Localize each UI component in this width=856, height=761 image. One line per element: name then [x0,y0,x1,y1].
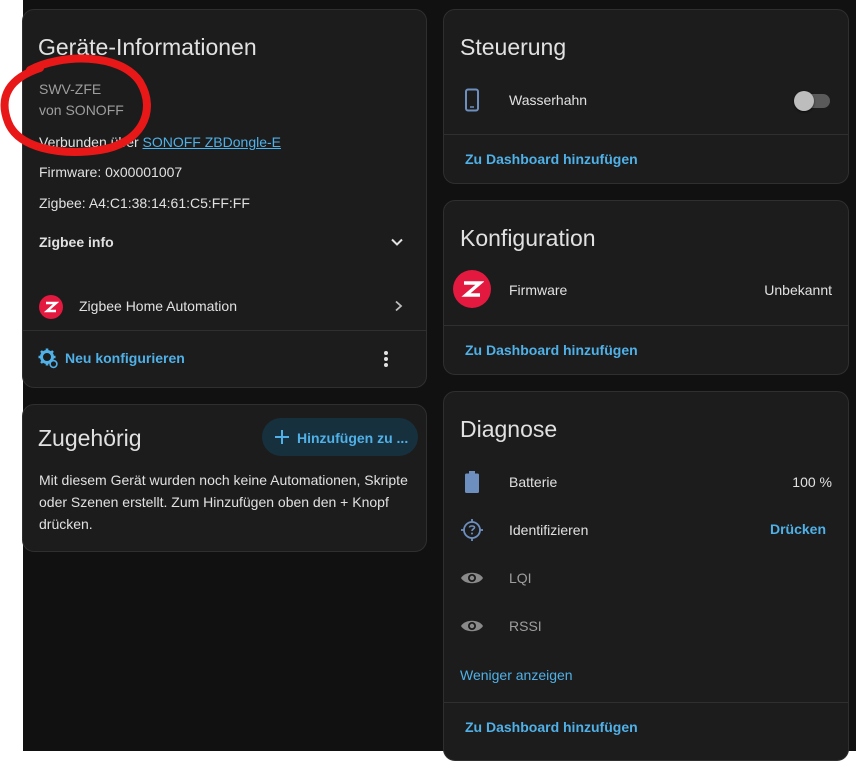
entity-row-battery[interactable]: Batterie 100 % [444,464,848,500]
entity-row-identify: Identifizieren Drücken [444,512,848,548]
entity-label: Firmware [509,282,568,298]
configuration-title: Konfiguration [460,225,596,251]
phone-device-icon [460,86,484,114]
device-info-divider [23,330,426,331]
rssi-label: RSSI [509,618,542,634]
related-description-line3: drücken. [39,516,93,532]
device-info-card: Geräte-Informationen SWV-ZFE von SONOFF … [22,9,427,388]
entity-row-lqi[interactable]: LQI [444,560,848,596]
cog-refresh-icon [37,347,59,369]
battery-label: Batterie [509,474,558,490]
entity-label: Wasserhahn [509,92,588,108]
device-info-title: Geräte-Informationen [38,34,257,60]
diagnostics-add-dashboard-button[interactable]: Zu Dashboard hinzufügen [465,719,638,735]
zigbee-logo-icon [39,295,63,319]
diagnostics-divider [444,702,848,703]
more-vertical-icon[interactable] [376,347,396,371]
controls-add-dashboard-button[interactable]: Zu Dashboard hinzufügen [465,151,638,167]
toggle-switch[interactable] [794,90,832,111]
eye-icon [460,566,484,590]
lqi-label: LQI [509,570,532,586]
related-description-line1: Mit diesem Gerät wurden noch keine Autom… [39,472,408,488]
battery-value: 100 % [792,474,832,490]
entity-row-firmware[interactable]: Firmware Unbekannt [444,267,848,311]
connected-via-prefix: Verbunden über [39,134,143,150]
configuration-add-dashboard-button[interactable]: Zu Dashboard hinzufügen [465,342,638,358]
diagnostics-title: Diagnose [460,416,558,442]
reconfigure-button[interactable]: Neu konfigurieren [35,344,205,372]
controls-title: Steuerung [460,34,567,60]
plus-icon [274,429,290,445]
toggle-thumb [794,91,814,111]
diagnostics-card: Diagnose Batterie 100 % Identifizieren D… [443,391,849,761]
zigbee-logo-icon [453,270,491,308]
add-related-label: Hinzufügen zu ... [297,430,409,446]
integration-label: Zigbee Home Automation [79,298,237,314]
chevron-right-icon [389,297,407,315]
crosshairs-question-icon [460,517,484,543]
battery-icon [460,468,484,496]
entity-value: Unbekannt [764,282,832,298]
device-manufacturer: von SONOFF [39,102,124,118]
zigbee-info-expander[interactable]: Zigbee info [23,224,426,260]
related-title: Zugehörig [38,425,142,451]
coordinator-link[interactable]: SONOFF ZBDongle-E [143,134,281,150]
zigbee-address: Zigbee: A4:C1:38:14:61:C5:FF:FF [39,195,250,211]
add-related-button[interactable]: Hinzufügen zu ... [262,418,418,456]
controls-divider [444,134,848,135]
related-description-line2: oder Szenen erstellt. Zum Hinzufügen obe… [39,494,389,510]
chevron-down-icon [387,232,407,252]
connected-via: Verbunden über SONOFF ZBDongle-E [39,134,281,150]
configuration-divider [444,325,848,326]
related-card: Zugehörig Hinzufügen zu ... Mit diesem G… [22,404,427,552]
zigbee-info-label: Zigbee info [39,234,114,250]
integration-row[interactable]: Zigbee Home Automation [23,288,426,324]
entity-row-rssi[interactable]: RSSI [444,608,848,644]
show-less-link[interactable]: Weniger anzeigen [460,667,573,683]
device-model: SWV-ZFE [39,81,102,97]
firmware-version: Firmware: 0x00001007 [39,164,183,180]
identify-label: Identifizieren [509,522,589,538]
controls-card: Steuerung Wasserhahn Zu Dashboard hinzuf… [443,9,849,184]
entity-row-wasserhahn[interactable]: Wasserhahn [444,82,848,118]
configuration-card: Konfiguration Firmware Unbekannt Zu Dash… [443,200,849,375]
eye-icon [460,614,484,638]
reconfigure-label: Neu konfigurieren [65,350,185,366]
identify-press-button[interactable]: Drücken [770,521,826,537]
